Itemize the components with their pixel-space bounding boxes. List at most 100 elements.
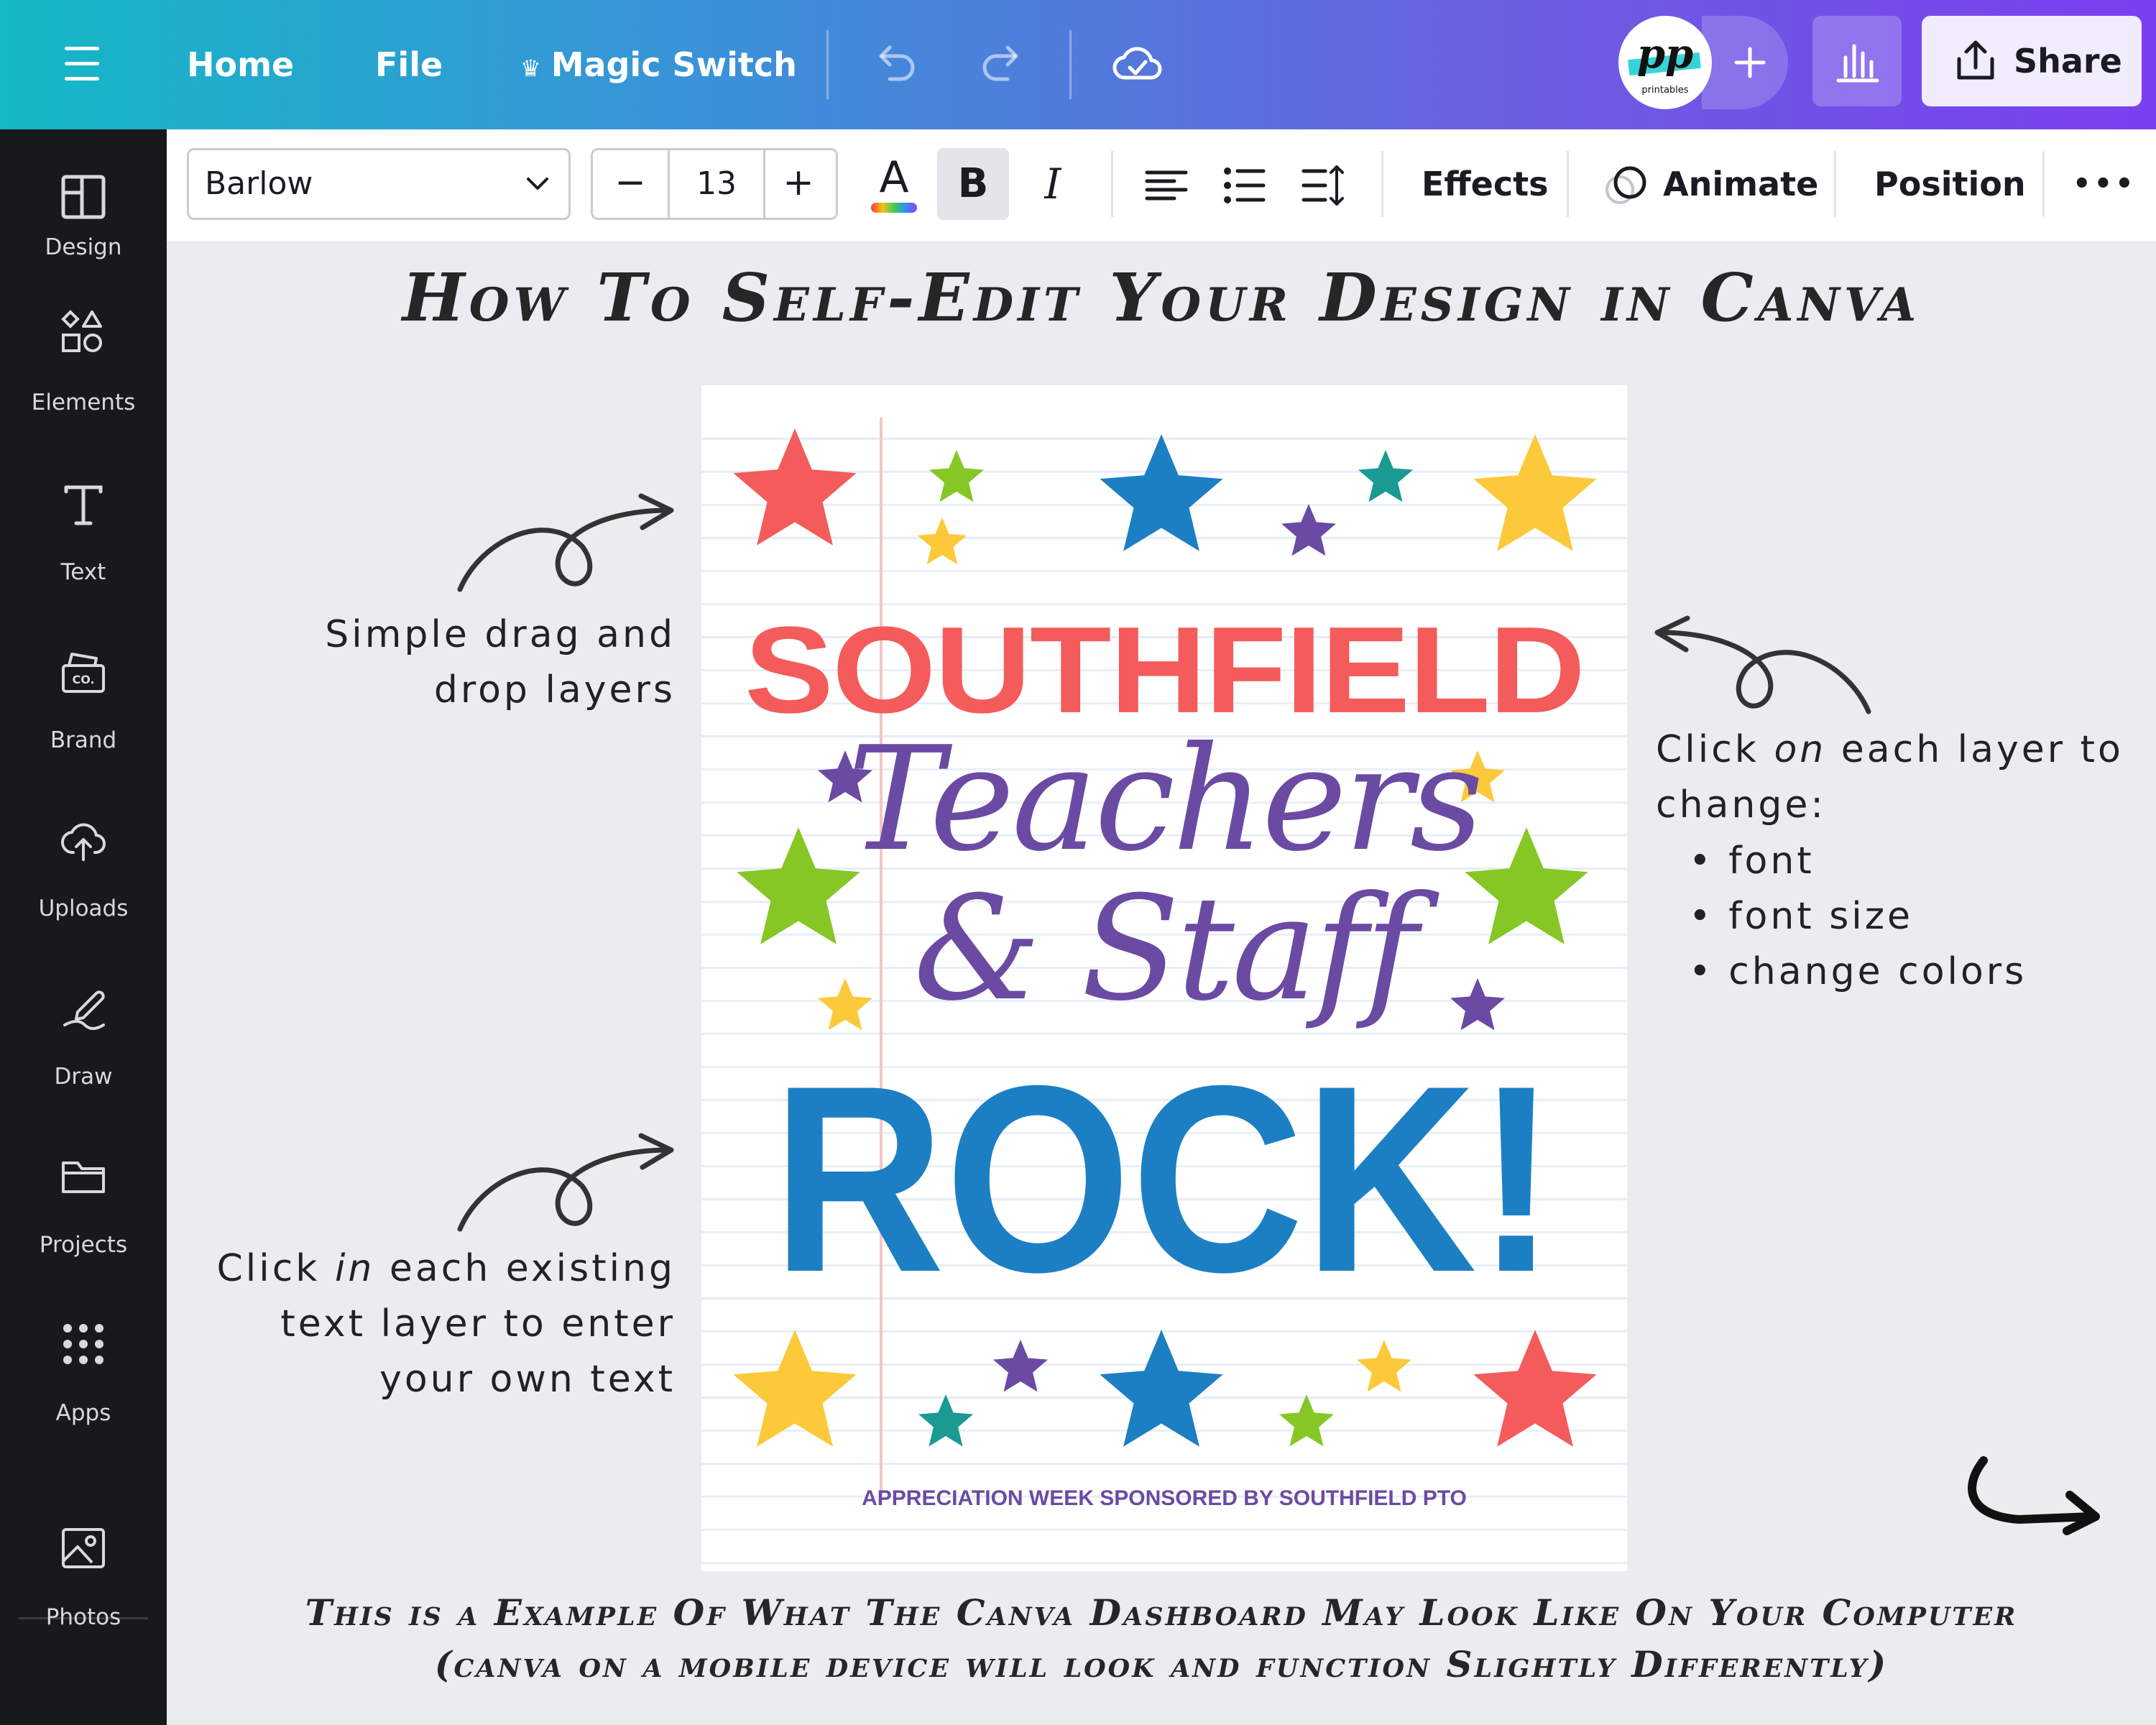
bold-button[interactable]: B bbox=[937, 148, 1009, 220]
bottom-note-line-1: This is a Example Of What The Canva Dash… bbox=[305, 1591, 2018, 1634]
brand-icon: CO. bbox=[62, 653, 105, 693]
star-icon bbox=[918, 1394, 973, 1447]
font-size-stepper: − 13 + bbox=[591, 148, 838, 220]
design-page[interactable]: SOUTHFIELD Teachers & Staff ROCK! APPREC… bbox=[701, 385, 1627, 1571]
font-size-input[interactable]: 13 bbox=[668, 150, 765, 218]
annotation-line: Simple drag and bbox=[325, 613, 676, 656]
bullet-list-icon[interactable] bbox=[1219, 148, 1269, 220]
nav-home[interactable]: Home bbox=[187, 36, 294, 93]
sidebar-item-design[interactable]: Design bbox=[0, 144, 167, 288]
star-icon bbox=[1358, 450, 1413, 502]
color-rainbow-bar bbox=[871, 203, 917, 213]
sidebar-item-label: Draw bbox=[54, 1064, 113, 1090]
annotation-click-on: Click on each layer to change: bbox=[1656, 722, 2152, 833]
increase-font-size-button[interactable]: + bbox=[761, 150, 836, 218]
nav-file[interactable]: File bbox=[375, 36, 443, 93]
more-options-button[interactable]: ••• bbox=[2073, 148, 2137, 220]
draw-icon bbox=[63, 990, 105, 1030]
avatar[interactable]: pp printables bbox=[1618, 16, 1712, 109]
bold-icon: B bbox=[957, 160, 989, 207]
decrease-font-size-button[interactable]: − bbox=[593, 150, 668, 218]
align-left-icon[interactable] bbox=[1141, 148, 1192, 220]
star-icon bbox=[733, 428, 857, 546]
list-item: • change colors bbox=[1689, 950, 2027, 993]
star-icon bbox=[1473, 434, 1597, 551]
sidebar-item-draw[interactable]: Draw bbox=[0, 985, 167, 1128]
plus-icon bbox=[1734, 47, 1766, 78]
annotation-text: each layer to bbox=[1826, 728, 2124, 771]
annotation-emphasis: in bbox=[334, 1247, 375, 1290]
image-icon bbox=[62, 1528, 105, 1568]
apps-grid-icon bbox=[63, 1324, 103, 1364]
star-icon bbox=[1473, 1330, 1597, 1447]
sidebar-item-projects[interactable]: Projects bbox=[0, 1153, 167, 1297]
text-color-letter: A bbox=[879, 152, 909, 203]
font-family-dropdown[interactable]: Barlow bbox=[187, 148, 571, 220]
position-button[interactable]: Position bbox=[1874, 148, 2026, 220]
poster-footer-sponsor[interactable]: APPRECIATION WEEK SPONSORED BY SOUTHFIEL… bbox=[701, 1486, 1627, 1511]
star-icon bbox=[1281, 504, 1336, 556]
nav-magic-switch[interactable]: ♛ Magic Switch bbox=[520, 36, 797, 93]
line-spacing-icon[interactable] bbox=[1298, 148, 1348, 220]
star-icon bbox=[917, 518, 967, 565]
star-icon bbox=[733, 1330, 857, 1447]
poster-text-rock[interactable]: ROCK! bbox=[747, 1046, 1580, 1312]
avatar-logo-text: pp bbox=[1636, 30, 1694, 78]
insights-button[interactable] bbox=[1812, 16, 1902, 106]
sidebar-item-elements[interactable]: Elements bbox=[0, 310, 167, 456]
sidebar-item-label: Projects bbox=[39, 1232, 128, 1258]
italic-icon: I bbox=[1044, 160, 1061, 208]
chevron-down-icon bbox=[527, 178, 548, 190]
hamburger-menu-icon[interactable] bbox=[57, 40, 108, 90]
folder-icon bbox=[62, 1162, 105, 1193]
annotation-line: change: bbox=[1656, 783, 1826, 827]
magic-switch-label: Magic Switch bbox=[550, 45, 797, 84]
sidebar-item-photos[interactable]: Photos bbox=[0, 1525, 167, 1669]
effects-button[interactable]: Effects bbox=[1422, 148, 1549, 220]
star-icon bbox=[1100, 434, 1223, 551]
list-item-text: font size bbox=[1728, 895, 1914, 938]
text-color-button[interactable]: A bbox=[865, 148, 923, 220]
curly-arrow-icon bbox=[457, 1133, 674, 1232]
layout-icon bbox=[61, 175, 106, 219]
sidebar-item-brand[interactable]: CO. Brand bbox=[0, 648, 167, 792]
star-icon bbox=[1357, 1340, 1411, 1392]
list-item-text: change colors bbox=[1728, 950, 2027, 993]
annotation-text: Click bbox=[1656, 728, 1774, 771]
poster-text-staff[interactable]: & Staff bbox=[701, 865, 1627, 1033]
poster-text-teachers[interactable]: Teachers bbox=[701, 716, 1627, 883]
annotation-click-in: Click in each existing text layer to ent… bbox=[187, 1241, 676, 1407]
sidebar: Design Elements Text CO. Brand Uploads D… bbox=[0, 129, 167, 1725]
animate-label: Animate bbox=[1663, 165, 1819, 203]
avatar-logo-subtext: printables bbox=[1641, 85, 1689, 96]
share-button[interactable]: Share bbox=[1922, 16, 2142, 106]
top-bar: Home File ♛ Magic Switch pp printables S… bbox=[0, 0, 2156, 129]
sidebar-item-label: Elements bbox=[31, 390, 136, 415]
share-upload-icon bbox=[1957, 40, 1994, 80]
bottom-note-line-2: (canva on a mobile device will look and … bbox=[434, 1643, 1889, 1685]
sidebar-item-apps[interactable]: Apps bbox=[0, 1321, 167, 1465]
undo-icon[interactable] bbox=[868, 37, 923, 92]
annotation-line: Click in each existing bbox=[187, 1241, 676, 1297]
toolbar-divider bbox=[1111, 151, 1113, 217]
sidebar-item-uploads[interactable]: Uploads bbox=[0, 816, 167, 960]
crown-icon: ♛ bbox=[520, 55, 541, 82]
star-icon bbox=[1100, 1330, 1223, 1447]
redo-icon[interactable] bbox=[975, 37, 1029, 92]
star-icon bbox=[929, 450, 984, 502]
page-title: How To Self-Edit Your Design in Canva bbox=[402, 259, 1921, 336]
sidebar-item-text[interactable]: Text bbox=[0, 480, 167, 624]
hook-arrow-icon bbox=[1968, 1456, 2100, 1535]
divider bbox=[826, 30, 829, 99]
star-icon bbox=[1279, 1394, 1334, 1447]
annotation-line: Click on each layer to bbox=[1656, 722, 2152, 778]
toolbar-divider bbox=[1567, 151, 1569, 217]
cloud-saved-icon[interactable] bbox=[1110, 37, 1164, 92]
sidebar-item-label: Photos bbox=[45, 1604, 121, 1630]
italic-button[interactable]: I bbox=[1021, 148, 1085, 220]
sidebar-item-label: Apps bbox=[55, 1400, 111, 1426]
star-icon bbox=[993, 1340, 1048, 1392]
sidebar-item-label: Design bbox=[45, 234, 122, 260]
add-collaborator-button[interactable] bbox=[1702, 16, 1788, 109]
upload-cloud-icon bbox=[60, 823, 106, 861]
